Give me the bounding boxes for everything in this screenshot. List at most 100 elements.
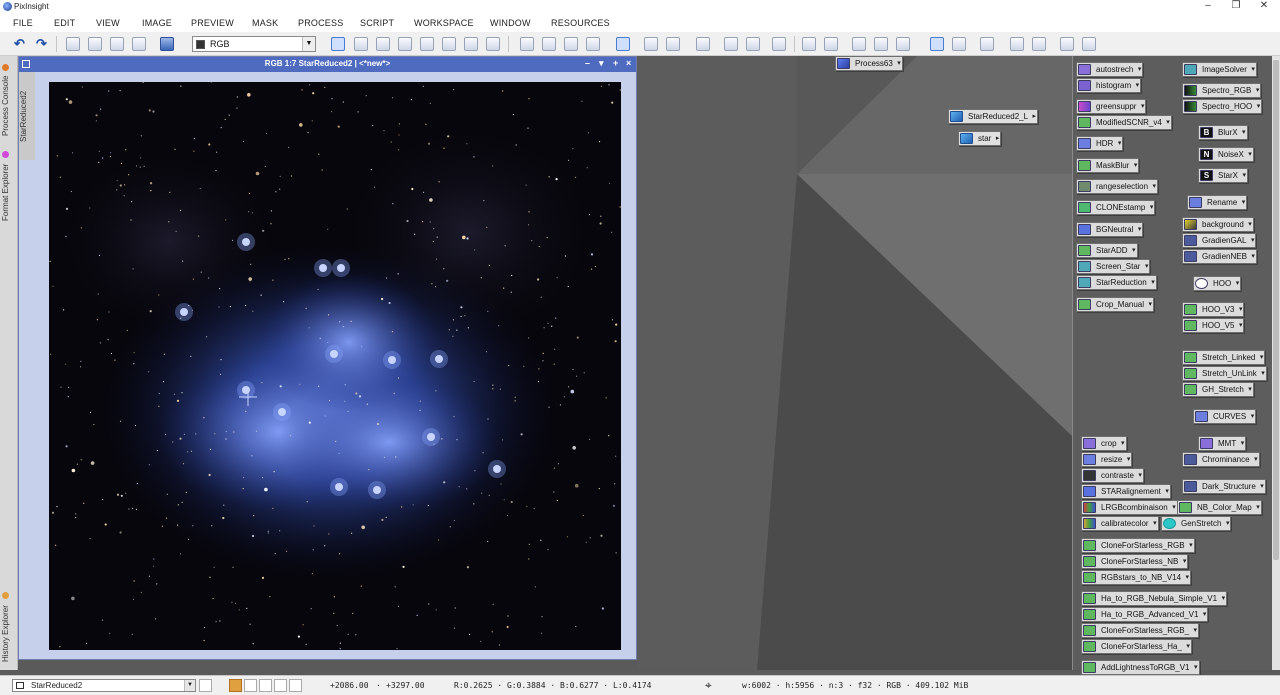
process-icon-background[interactable]: background ▾ [1182, 217, 1254, 232]
view-selector[interactable]: StarReduced2 ▼ [12, 679, 196, 692]
zoom-out-icon[interactable] [464, 37, 478, 51]
process-icon-gradienneb[interactable]: GradienNEB ▾ [1182, 249, 1257, 264]
mask-invert-icon[interactable] [666, 37, 680, 51]
screen-close-icon[interactable] [1032, 37, 1046, 51]
process-icon-mmt[interactable]: MMT ▾ [1198, 436, 1247, 451]
process-icon-ha-to-rgb-nebula-simple-v1[interactable]: Ha_to_RGB_Nebula_Simple_V1 ▾ [1081, 591, 1228, 606]
process-icon-spectro-hoo[interactable]: Spectro_HOO ▾ [1182, 99, 1263, 114]
process-icon-ha-to-rgb-advanced-v1[interactable]: Ha_to_RGB_Advanced_V1 ▾ [1081, 607, 1209, 622]
pan-icon[interactable] [398, 37, 412, 51]
monitor-save-icon[interactable] [952, 37, 966, 51]
menu-preview[interactable]: PREVIEW [191, 18, 234, 28]
desktop-icon-star[interactable]: star ▸ [958, 131, 1002, 146]
process-icon-dark-structure[interactable]: Dark_Structure ▾ [1182, 479, 1266, 494]
process-icon-starx[interactable]: S StarX ▾ [1198, 168, 1249, 183]
zoom-fit-icon[interactable] [354, 37, 368, 51]
menu-window[interactable]: WINDOW [490, 18, 531, 28]
process-icon-imagesolver[interactable]: ImageSolver ▾ [1182, 62, 1257, 77]
process-icon-maskblur[interactable]: MaskBlur ▾ [1076, 158, 1140, 173]
process-icon-crop[interactable]: crop ▾ [1081, 436, 1127, 451]
tab-history-explorer[interactable]: History Explorer [1, 586, 17, 668]
readout-icon[interactable] [132, 37, 146, 51]
menu-process[interactable]: PROCESS [298, 18, 343, 28]
desktop-icon-process63[interactable]: Process63 ▾ [835, 56, 903, 71]
process-icon-contraste[interactable]: contraste ▾ [1081, 468, 1144, 483]
shade-icon[interactable]: – [585, 58, 590, 68]
process-icon-hdr[interactable]: HDR ▾ [1076, 136, 1124, 151]
undo-icon[interactable]: ↶ [14, 36, 25, 52]
process-icon-lrgbcombinaison[interactable]: LRGBcombinaison ▾ [1081, 500, 1178, 515]
tab-starreduced2[interactable]: StarReduced2 [19, 76, 35, 156]
process-icon-stretch-linked[interactable]: Stretch_Linked ▾ [1182, 350, 1266, 365]
process-icon-chrominance[interactable]: Chrominance ▾ [1182, 452, 1260, 467]
process-icon-cloneforstarless-rgb[interactable]: CloneForStarless_RGB ▾ [1081, 538, 1195, 553]
pointer-icon[interactable] [486, 37, 500, 51]
close-icon[interactable]: ✕ [1248, 0, 1280, 14]
process-icon-rgbstars-to-nb-v14[interactable]: RGBstars_to_NB_V14 ▾ [1081, 570, 1192, 585]
process-icon-screen-star[interactable]: Screen_Star ▾ [1076, 259, 1151, 274]
monitor-icon[interactable] [930, 37, 944, 51]
process-icon-bgneutral[interactable]: BGNeutral ▾ [1076, 222, 1144, 237]
preview-new-icon[interactable] [520, 37, 534, 51]
process-icon-genstretch[interactable]: GenStretch ▾ [1161, 516, 1232, 531]
window-tile-icon[interactable] [852, 37, 866, 51]
menu-view[interactable]: VIEW [96, 18, 120, 28]
process-icon-histogram[interactable]: histogram ▾ [1076, 78, 1142, 93]
preview-edit-icon[interactable] [542, 37, 556, 51]
tab-format-explorer[interactable]: Format Explorer [1, 146, 17, 226]
display-channel-icon[interactable] [160, 37, 174, 51]
process-icon-clonestamp[interactable]: CLONEstamp ▾ [1076, 200, 1156, 215]
process-icon-crop-manual[interactable]: Crop_Manual ▾ [1076, 297, 1155, 312]
menu-file[interactable]: FILE [13, 18, 33, 28]
process-icon-staralignement[interactable]: STARalignement ▾ [1081, 484, 1171, 499]
view-mode-icon[interactable] [199, 679, 212, 692]
color-swatch-2[interactable] [259, 679, 272, 692]
screen-red-icon[interactable] [1010, 37, 1024, 51]
mask-remove-icon[interactable] [696, 37, 710, 51]
color-swatch-1[interactable] [244, 679, 257, 692]
process-icon-resize[interactable]: resize ▾ [1081, 452, 1133, 467]
iconize-icon[interactable]: ▾ [599, 58, 604, 69]
process-icon-cloneforstarless-nb[interactable]: CloneForStarless_NB ▾ [1081, 554, 1189, 569]
menu-mask[interactable]: MASK [252, 18, 278, 28]
screen-settings-icon[interactable] [1082, 37, 1096, 51]
channel-selector[interactable]: RGB ▼ [192, 36, 316, 52]
menu-script[interactable]: SCRIPT [360, 18, 394, 28]
screen-add-icon[interactable] [1060, 37, 1074, 51]
image-window-titlebar[interactable]: RGB 1:7 StarReduced2 | <*new*> – ▾ + × [19, 57, 636, 72]
process-icon-cloneforstarless-rgb-underscore[interactable]: CloneForStarless_RGB_ ▾ [1081, 623, 1200, 638]
process-icon-hoo-v5[interactable]: HOO_V5 ▾ [1182, 318, 1245, 333]
scrollbar-thumb[interactable] [1273, 60, 1279, 560]
vertical-scrollbar[interactable] [1272, 56, 1280, 670]
process-icon-hoo[interactable]: HOO ▾ [1193, 276, 1242, 291]
history-icon[interactable] [66, 37, 80, 51]
process-icon-gh-stretch[interactable]: GH_Stretch ▾ [1182, 382, 1254, 397]
color-swatch-3[interactable] [274, 679, 287, 692]
process-icon-starreduction[interactable]: StarReduction ▾ [1076, 275, 1157, 290]
workspace-2-icon[interactable] [824, 37, 838, 51]
preview-delete-icon[interactable] [564, 37, 578, 51]
process-icon-spectro-rgb[interactable]: Spectro_RGB ▾ [1182, 83, 1262, 98]
clone-window-icon[interactable] [88, 37, 102, 51]
menu-resources[interactable]: RESOURCES [551, 18, 610, 28]
process-icon-modifiedscnr-v4[interactable]: ModifiedSCNR_v4 ▾ [1076, 115, 1172, 130]
mask-show-icon[interactable] [616, 37, 630, 51]
image-canvas[interactable] [49, 82, 621, 650]
tab-process-console[interactable]: Process Console [1, 60, 17, 140]
process-icon-cloneforstarless-ha[interactable]: CloneForStarless_Ha_ ▾ [1081, 639, 1192, 654]
process-icon-blurx[interactable]: B BlurX ▾ [1198, 125, 1248, 140]
process-recent-icon[interactable] [746, 37, 760, 51]
window-iconize-icon[interactable] [896, 37, 910, 51]
process-icon-greensuppr[interactable]: greensuppr ▾ [1076, 99, 1147, 114]
screen-icon[interactable] [980, 37, 994, 51]
script-editor-icon[interactable] [772, 37, 786, 51]
window-cascade-icon[interactable] [874, 37, 888, 51]
color-swatch-4[interactable] [289, 679, 302, 692]
process-icon-rangeselection[interactable]: rangeselection ▾ [1076, 179, 1159, 194]
zoom-1to1-icon[interactable] [376, 37, 390, 51]
process-icon-gradiengal[interactable]: GradienGAL ▾ [1182, 233, 1257, 248]
mask-enable-icon[interactable] [644, 37, 658, 51]
center-icon[interactable] [420, 37, 434, 51]
image-window[interactable]: RGB 1:7 StarReduced2 | <*new*> – ▾ + × S… [18, 56, 637, 660]
process-icon-noisex[interactable]: N NoiseX ▾ [1198, 147, 1254, 162]
